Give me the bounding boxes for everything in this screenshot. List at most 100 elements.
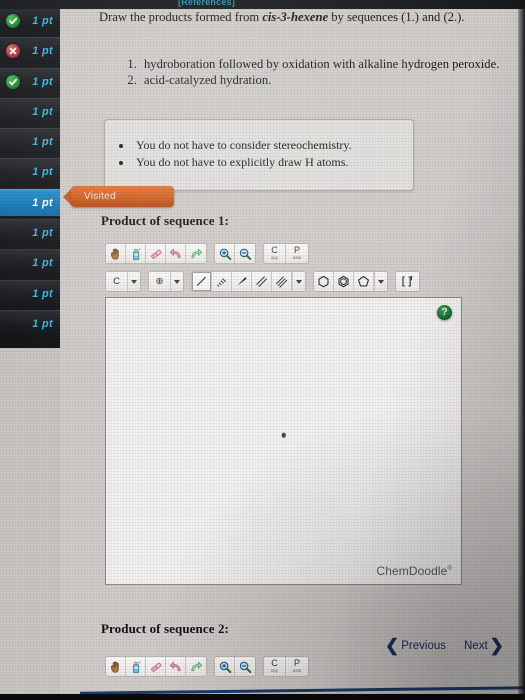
chemdoodle-editor-1: Copy Paste C ⊕ ? ChemDoodle® — [105, 241, 472, 585]
question-content: Draw the products formed from cis-3-hexe… — [60, 9, 525, 700]
ring-tools-caret[interactable] — [374, 272, 387, 291]
cross-icon — [6, 44, 20, 59]
element-selector-button[interactable]: C — [106, 272, 127, 291]
section-heading-2: Product of sequence 2: — [101, 621, 229, 636]
monitor-bottom-bezel — [0, 694, 525, 700]
cyclopentane-ring-tool[interactable] — [354, 272, 374, 291]
canvas-atom-point[interactable] — [281, 433, 286, 438]
sidebar-item-points: 1 pt — [32, 317, 53, 330]
next-button[interactable]: Next ❯ — [464, 637, 504, 654]
chevron-down-icon — [296, 279, 302, 284]
zoom-in-tool[interactable] — [215, 244, 235, 263]
references-tab[interactable]: [References] — [178, 0, 235, 7]
notes-box: You do not have to consider stereochemis… — [104, 119, 414, 191]
sidebar-item-points: 1 pt — [32, 196, 53, 209]
copy-tool[interactable]: Copy — [264, 244, 286, 263]
clear-tool[interactable] — [126, 244, 146, 263]
sidebar-item-1[interactable]: 1 pt — [0, 7, 60, 34]
ring-tools-group — [313, 271, 388, 292]
sidebar-item-points: 1 pt — [32, 136, 53, 149]
watermark-text: ChemDoodle — [376, 564, 448, 578]
element-selector-caret[interactable] — [127, 272, 140, 291]
eraser-tool[interactable] — [146, 657, 166, 676]
bracket-tool[interactable] — [396, 272, 419, 291]
zoom-out-tool[interactable] — [235, 657, 255, 676]
bond-tools-group — [191, 271, 306, 292]
charge-tool-caret[interactable] — [170, 272, 183, 291]
bracket-tool-group — [395, 271, 420, 292]
sidebar-item-points: 1 pt — [32, 257, 53, 270]
copy-tool[interactable]: Copy — [264, 657, 286, 676]
pan-hand-tool[interactable] — [106, 244, 126, 263]
editor2-clipboard-group: Copy Paste — [263, 656, 309, 677]
redo-tool[interactable] — [186, 244, 206, 263]
undo-tool[interactable] — [166, 657, 186, 676]
sidebar-item-2[interactable]: 1 pt — [0, 37, 60, 65]
clear-tool[interactable] — [126, 657, 146, 676]
prompt-suffix: by sequences (1.) and (2.). — [328, 10, 465, 24]
page-left-margin — [0, 348, 60, 700]
clipboard-suffix: opy — [270, 667, 279, 673]
chevron-right-icon: ❯ — [489, 636, 504, 655]
zoom-in-tool[interactable] — [215, 657, 235, 676]
sidebar-item-10[interactable]: 1 pt — [0, 279, 60, 307]
previous-button[interactable]: ❮ Previous — [385, 637, 446, 654]
callout-body: Visited — [71, 186, 174, 207]
chevron-down-icon — [378, 279, 384, 284]
previous-label: Previous — [401, 639, 446, 652]
benzene-ring-tool[interactable] — [334, 272, 354, 291]
sidebar-item-8[interactable]: 1 pt — [0, 219, 60, 247]
sidebar-item-points: 1 pt — [32, 45, 53, 58]
chemdoodle-editor-2: Copy Paste — [105, 654, 472, 682]
editor2-toolbar-row-1: Copy Paste — [105, 654, 472, 679]
chemdoodle-watermark: ChemDoodle® — [376, 564, 452, 578]
single-bond-tool[interactable] — [192, 272, 212, 291]
paste-tool[interactable]: Paste — [286, 657, 308, 676]
question-prompt: Draw the products formed from cis-3-hexe… — [99, 10, 499, 26]
wedge-bond-tool[interactable] — [232, 272, 252, 291]
note-item: You do not have to explicitly draw H ato… — [133, 154, 413, 171]
browser-top-strip: [References] — [0, 0, 525, 9]
pan-hand-tool[interactable] — [106, 657, 126, 676]
sidebar-item-points: 1 pt — [32, 75, 53, 88]
sidebar-item-7[interactable]: 1 pt — [0, 188, 60, 216]
sidebar-item-5[interactable]: 1 pt — [0, 128, 60, 156]
chevron-down-icon — [131, 279, 137, 284]
sidebar-item-points: 1 pt — [32, 15, 53, 27]
triple-bond-tool[interactable] — [272, 272, 292, 291]
sidebar-item-points: 1 pt — [32, 166, 53, 179]
bond-tools-caret[interactable] — [292, 272, 305, 291]
double-bond-tool[interactable] — [252, 272, 272, 291]
compound-name: cis-3-hexene — [262, 10, 329, 24]
note-item: You do not have to consider stereochemis… — [133, 137, 413, 154]
sidebar-item-9[interactable]: 1 pt — [0, 249, 60, 277]
eraser-tool[interactable] — [146, 244, 166, 263]
sequence-item: hydroboration followed by oxidation with… — [140, 57, 504, 72]
editor1-zoom-tools-group — [214, 243, 256, 264]
paste-tool[interactable]: Paste — [286, 244, 308, 263]
sequence-item: acid-catalyzed hydration. — [140, 73, 504, 88]
prompt-prefix: Draw the products formed from — [99, 10, 263, 24]
sidebar-item-11[interactable]: 1 pt — [0, 309, 60, 337]
sidebar-item-6[interactable]: 1 pt — [0, 158, 60, 186]
zoom-out-tool[interactable] — [235, 244, 255, 263]
hash-bond-tool[interactable] — [212, 272, 232, 291]
visited-callout: Visited — [63, 186, 174, 207]
sidebar-item-3[interactable]: 1 pt — [0, 67, 60, 95]
visited-label: Visited — [84, 191, 116, 202]
cyclohexane-ring-tool[interactable] — [314, 272, 334, 291]
clipboard-suffix: opy — [270, 254, 279, 260]
editor1-main-tools-group — [105, 243, 207, 264]
pagination-nav: ❮ Previous Next ❯ — [385, 637, 504, 654]
sidebar-item-4[interactable]: 1 pt — [0, 97, 60, 125]
monitor-right-bezel — [518, 0, 525, 700]
sidebar-item-points: 1 pt — [32, 105, 53, 118]
chemdoodle-canvas-1[interactable]: ? ChemDoodle® — [105, 297, 462, 585]
screenshot-root: [References] 1 pt 1 pt 1 pt 1 pt 1 pt 1 pt 1 p… — [0, 0, 525, 700]
redo-tool[interactable] — [186, 657, 206, 676]
help-icon[interactable]: ? — [437, 305, 452, 320]
charge-tool-button[interactable]: ⊕ — [149, 272, 170, 291]
undo-tool[interactable] — [166, 244, 186, 263]
chevron-left-icon: ❮ — [385, 636, 400, 655]
element-selector-group: C — [105, 271, 141, 292]
